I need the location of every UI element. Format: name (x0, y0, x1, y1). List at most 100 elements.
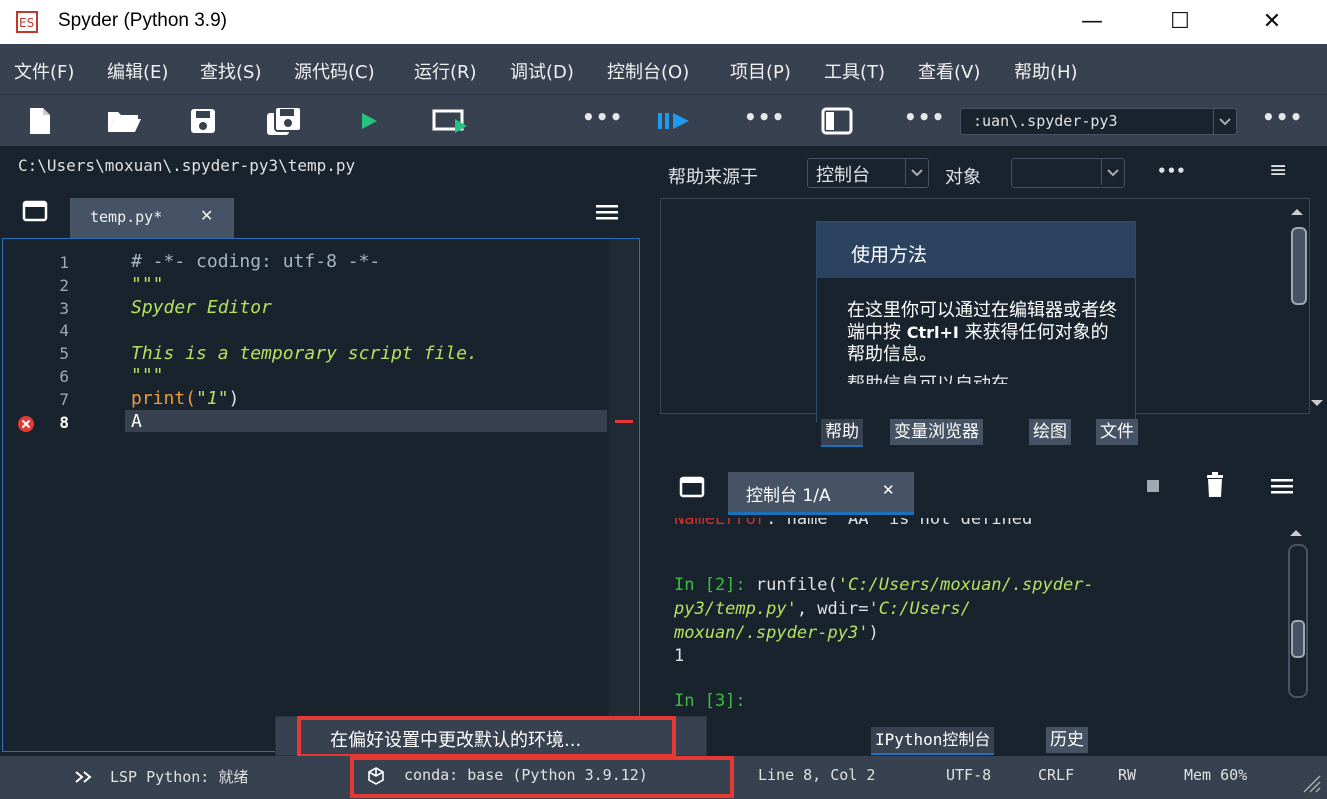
console-pane-tabs: IPython控制台 历史 (657, 724, 1327, 756)
tab-console-1a[interactable]: 控制台 1/A ✕ (728, 472, 914, 515)
help-header: 帮助来源于 控制台 对象 ••• ≡ (657, 148, 1327, 196)
menu-find[interactable]: 查找(S) (200, 58, 261, 84)
menu-tools[interactable]: 工具(T) (824, 58, 885, 84)
lsp-status[interactable]: LSP Python: 就绪 (110, 766, 248, 787)
code-editor[interactable]: 1 2 3 4 5 6 7 8 # -*- coding: utf-8 -*- … (2, 238, 640, 752)
editor-scroll-flag-area[interactable] (609, 239, 639, 751)
console-scrollbar[interactable] (1286, 524, 1308, 714)
menu-run[interactable]: 运行(R) (414, 58, 477, 84)
menu-file[interactable]: 文件(F) (14, 58, 74, 84)
new-file-icon[interactable] (22, 105, 58, 137)
error-marker[interactable] (615, 420, 633, 423)
usage-title: 使用方法 (817, 222, 1135, 278)
help-source-value: 控制台 (816, 165, 870, 186)
menu-help[interactable]: 帮助(H) (1014, 58, 1078, 84)
menu-source[interactable]: 源代码(C) (294, 58, 375, 84)
line-number: 4 (59, 321, 69, 340)
console-input-line: py3/temp.py', wdir='C:/Users/ (674, 599, 971, 619)
paren: ) (228, 388, 240, 409)
console-output[interactable]: NameError: name 'AA' is not defined In [… (660, 518, 1310, 718)
chevron-down-icon[interactable] (1213, 109, 1236, 134)
menu-debug[interactable]: 调试(D) (510, 58, 574, 84)
console-input-line: In [2]: runfile('C:/Users/moxuan/.spyder… (674, 575, 1094, 595)
tab-variable-explorer[interactable]: 变量浏览器 (890, 419, 983, 445)
file-permissions: RW (1118, 766, 1137, 784)
menu-view[interactable]: 查看(V) (918, 58, 980, 84)
tab-temp-py[interactable]: temp.py* ✕ (70, 198, 234, 241)
menu-console[interactable]: 控制台(O) (607, 58, 689, 84)
run-cell-icon[interactable] (430, 105, 474, 137)
code-line: """ (131, 365, 164, 386)
close-button[interactable]: ✕ (1250, 6, 1294, 38)
code-line: A (131, 411, 142, 432)
help-object-combo[interactable] (1011, 158, 1125, 188)
tab-history[interactable]: 历史 (1046, 727, 1088, 753)
tab-files[interactable]: 文件 (1096, 419, 1138, 445)
tab-plots[interactable]: 绘图 (1029, 419, 1071, 445)
console-code: runfile( (755, 575, 838, 595)
code-line: Spyder Editor (131, 297, 272, 318)
console-string: py3/temp.py' (674, 599, 797, 619)
working-directory-combo[interactable]: :uan\.spyder-py3 (960, 108, 1237, 135)
more-icon[interactable]: ••• (744, 105, 785, 129)
window-title: Spyder (Python 3.9) (58, 10, 227, 31)
tab-ipython-console[interactable]: IPython控制台 (871, 727, 995, 755)
debug-icon[interactable] (654, 105, 698, 137)
help-source-label: 帮助来源于 (668, 167, 758, 188)
run-icon[interactable] (354, 105, 384, 137)
help-source-combo[interactable]: 控制台 (807, 158, 929, 188)
error-message: : name 'AA' is not defined (766, 518, 1033, 529)
help-pane-tabs: 帮助 变量浏览器 绘图 文件 (657, 416, 1327, 448)
menu-bar: 文件(F) 编辑(E) 查找(S) 源代码(C) 运行(R) 调试(D) 控制台… (0, 44, 1327, 94)
line-number: 8 (59, 413, 69, 432)
line-number: 2 (59, 276, 69, 295)
memory-usage: Mem 60% (1184, 766, 1248, 784)
console-string: 'C:/Users/ (868, 599, 971, 619)
tab-help[interactable]: 帮助 (821, 419, 863, 447)
maximize-pane-icon[interactable] (818, 105, 856, 137)
menu-icon[interactable] (1271, 478, 1293, 494)
menu-icon[interactable]: ≡ (1269, 158, 1287, 183)
console-output-line: 1 (674, 646, 685, 666)
spyder-logo-icon: ES (16, 11, 38, 33)
menu-project[interactable]: 项目(P) (730, 58, 791, 84)
code-line: # -*- coding: utf-8 -*- (131, 251, 381, 272)
more-icon[interactable]: ••• (1262, 105, 1303, 129)
usage-text: 在这里你可以通过在编辑器或者终端中按 Ctrl+I 来获得任何对象的帮助信息。 … (817, 278, 1117, 384)
more-icon[interactable]: ••• (1157, 162, 1186, 180)
menu-edit[interactable]: 编辑(E) (107, 58, 168, 84)
usage-text-cut: 帮助信息可以自动在 (847, 374, 1117, 384)
file-encoding: UTF-8 (946, 766, 992, 784)
help-scrollbar[interactable] (1287, 203, 1323, 409)
open-folder-icon[interactable] (104, 105, 144, 137)
editor-path-label: C:\Users\moxuan\.spyder-py3\temp.py (0, 148, 645, 184)
close-icon[interactable]: ✕ (882, 481, 895, 499)
highlight-box (297, 716, 676, 758)
more-icon[interactable]: ••• (904, 105, 945, 129)
save-icon[interactable] (185, 105, 221, 137)
menu-icon[interactable] (596, 204, 618, 220)
console-prompt: In [3]: (674, 691, 746, 711)
maximize-button[interactable]: ☐ (1158, 6, 1202, 38)
help-object-label: 对象 (945, 167, 981, 188)
stop-icon[interactable] (1147, 480, 1159, 492)
resize-grip-icon[interactable] (1300, 772, 1322, 794)
chevron-down-icon[interactable] (1101, 159, 1124, 185)
svg-text:ES: ES (19, 16, 34, 30)
minimize-button[interactable]: — (1070, 6, 1114, 38)
more-icon[interactable]: ••• (582, 105, 623, 129)
chevron-down-icon[interactable] (905, 159, 928, 185)
cursor-position: Line 8, Col 2 (758, 766, 876, 784)
console-string: moxuan/.spyder-py3' (674, 623, 869, 643)
save-all-icon[interactable] (264, 105, 306, 137)
browse-tabs-icon[interactable] (22, 200, 48, 222)
trash-icon[interactable] (1205, 472, 1225, 498)
line-number: 1 (59, 253, 69, 272)
usage-box: 使用方法 在这里你可以通过在编辑器或者终端中按 Ctrl+I 来获得任何对象的帮… (816, 221, 1136, 422)
browse-tabs-icon[interactable] (679, 476, 705, 498)
lsp-status-icon (75, 771, 92, 783)
error-type: NameError (674, 518, 767, 529)
close-icon[interactable]: ✕ (200, 206, 213, 225)
code-line: print("1") (131, 388, 239, 409)
console-string: 'C:/Users/moxuan/.spyder- (837, 575, 1094, 595)
